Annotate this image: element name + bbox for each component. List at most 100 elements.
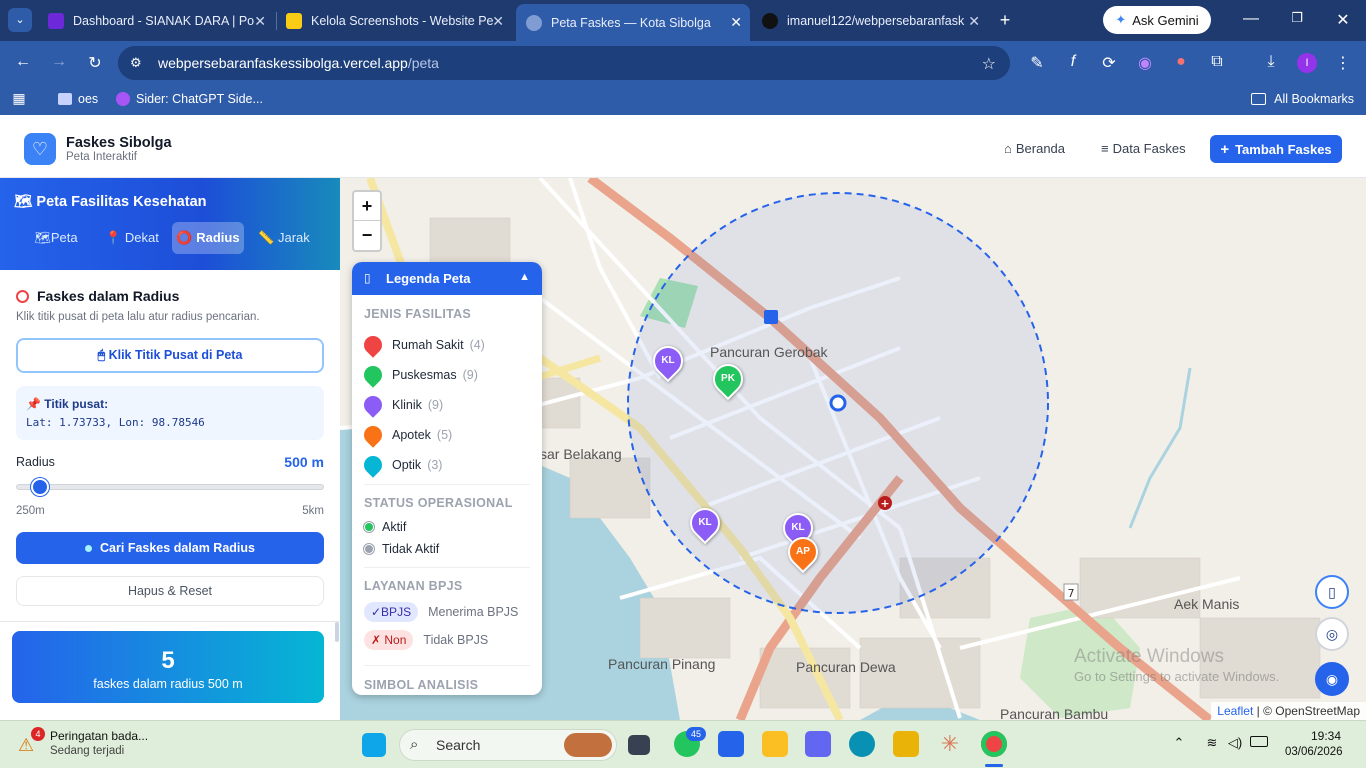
legend-count: (9) [462,368,478,382]
minimize-icon[interactable]: — [1240,10,1262,28]
collapse-triangle-icon[interactable]: ▲ [519,271,530,283]
leaflet-link[interactable]: Leaflet [1217,704,1253,718]
tab-search-icon[interactable]: ⌄ [8,8,32,32]
tab-github[interactable]: imanuel122/webpersebaranfask ✕ [752,6,988,36]
battery-icon[interactable] [1250,736,1268,747]
edge-icon[interactable] [849,731,875,757]
radius-value: 500 m [284,454,324,470]
task-view-icon[interactable] [628,735,650,755]
heart-logo-icon[interactable]: ♡ [24,133,56,165]
place-label: Pancuran Gerobak [710,344,828,360]
green-pin-icon [360,362,386,388]
sider-extension-icon[interactable]: ◉ [1134,53,1156,73]
profile-avatar[interactable]: I [1297,53,1317,73]
apps-grid-icon[interactable]: ▦ [8,90,30,107]
menu-kebab-icon[interactable]: ⋮ [1332,53,1354,73]
legend-divider [364,484,530,485]
bus-stop-symbol [764,310,778,324]
close-icon[interactable]: ✕ [968,13,980,30]
radius-max-label: 5km [302,505,324,517]
volume-icon[interactable]: ◁) [1226,735,1244,751]
locate-compass-button[interactable]: ◎ [1315,617,1349,651]
folder-icon [58,93,72,105]
pick-center-button[interactable]: 🖱 Klik Titik Pusat di Peta [16,338,324,373]
red-extension-icon[interactable]: ● [1170,53,1192,71]
map-attribution: Leaflet | © OpenStreetMap [1211,702,1366,720]
bookmark-oes[interactable]: oes [58,92,98,106]
search-label: Search [436,737,481,753]
store-icon[interactable] [718,731,744,757]
circle-icon [16,289,29,303]
new-tab-icon[interactable]: + [994,10,1016,31]
radius-slider-thumb[interactable] [31,478,50,496]
bookmark-sider[interactable]: Sider: ChatGPT Side... [116,92,263,106]
download-icon[interactable]: ⤓ [1260,53,1282,71]
tab-kelola-screenshots[interactable]: Kelola Screenshots - Website Pe ✕ [276,6,512,36]
clock-date[interactable]: 03/06/2026 [1285,746,1343,758]
my-location-button[interactable]: ◉ [1315,662,1349,696]
layers-map-button[interactable]: ▯ [1315,575,1349,609]
power-bi-icon[interactable] [893,731,919,757]
ask-gemini-button[interactable]: ✦ Ask Gemini [1103,6,1211,34]
forward-icon[interactable]: → [48,53,70,71]
nav-label: Data Faskes [1112,141,1186,156]
sync-extension-icon[interactable]: ⟳ [1098,53,1120,73]
legend-header[interactable]: ▯ Legenda Peta ▲ [352,262,542,295]
teams-icon[interactable] [805,731,831,757]
font-extension-icon[interactable]: f [1062,53,1084,71]
chevron-up-icon[interactable]: ⌃ [1170,735,1188,751]
search-radius-button[interactable]: Cari Faskes dalam Radius [16,532,324,564]
chrome-icon[interactable] [981,731,1007,757]
file-explorer-icon[interactable] [762,731,788,757]
tab-jarak[interactable]: 📏 Jarak [248,222,320,254]
all-bookmarks-label: All Bookmarks [1274,92,1354,106]
reload-icon[interactable]: ↻ [84,53,106,73]
nav-data-faskes[interactable]: ≡ Data Faskes [1101,141,1186,156]
back-icon[interactable]: ← [12,53,34,71]
zoom-out-button[interactable]: − [354,221,380,250]
restore-icon[interactable]: ❐ [1286,10,1308,26]
wifi-icon[interactable]: ≋ [1203,735,1221,751]
clock-time[interactable]: 19:34 [1311,729,1341,743]
legend-status-tidak-aktif: Tidak Aktif [364,542,439,556]
taskbar-search[interactable]: ⌕ Search [399,729,617,761]
road-number-text: 7 [1068,587,1075,600]
zoom-in-button[interactable]: + [354,192,380,221]
radius-slider-track[interactable] [16,484,324,490]
claude-icon[interactable]: ✳ [937,731,963,757]
legend-label: Menerima BPJS [428,605,519,619]
eyedropper-extension-icon[interactable]: ✎ [1026,53,1048,73]
bookmark-star-icon[interactable]: ☆ [982,54,996,74]
sidebar-scrollbar[interactable] [335,622,339,642]
legend-count: (4) [469,338,485,352]
tambah-faskes-button[interactable]: + Tambah Faskes [1210,135,1342,163]
close-icon[interactable]: ✕ [730,14,742,31]
result-text: faskes dalam radius 500 m [93,677,243,691]
close-icon[interactable]: ✕ [254,13,266,30]
close-window-icon[interactable]: ✕ [1332,10,1354,30]
tab-peta-faskes[interactable]: Peta Faskes — Kota Sibolga ✕ [516,4,750,41]
close-icon[interactable]: ✕ [492,13,504,30]
all-bookmarks[interactable]: All Bookmarks [1251,92,1354,106]
site-info-icon[interactable]: ⚙ [130,55,142,71]
legend-count: (3) [427,458,443,472]
reset-button[interactable]: Hapus & Reset [16,576,324,606]
tab-peta[interactable]: 🗺Peta [20,222,92,254]
tab-title: imanuel122/webpersebaranfask [787,14,965,28]
app-title[interactable]: Faskes Sibolga [66,135,172,151]
alert-title: Peringatan bada... [50,729,149,743]
dot-icon [85,544,93,552]
windows-start-icon[interactable] [362,733,386,757]
nav-beranda[interactable]: ⌂ Beranda [1004,141,1065,156]
place-label: Pancuran Dewa [796,659,896,675]
bookmarks-bar: ▦ oes Sider: ChatGPT Side... All Bookmar… [0,85,1366,115]
weather-alert-widget[interactable]: ⚠ 4 Peringatan bada... Sedang terjadi [14,727,194,763]
tab-dashboard[interactable]: Dashboard - SIANAK DARA | Po ✕ [38,6,274,36]
tab-dekat[interactable]: 📍 Dekat [96,222,168,254]
extensions-puzzle-icon[interactable]: ⧉ [1206,53,1228,71]
tab-radius[interactable]: ⭕ Radius [172,222,244,254]
address-bar[interactable]: ⚙ webpersebaranfaskessibolga.vercel.app /… [118,46,1010,80]
place-label: Pancuran Pinang [608,656,716,672]
osm-attribution[interactable]: | © OpenStreetMap [1257,704,1360,718]
map-container[interactable]: + 7 Pancuran Gerobak sar Belakang Pancur… [340,178,1366,720]
